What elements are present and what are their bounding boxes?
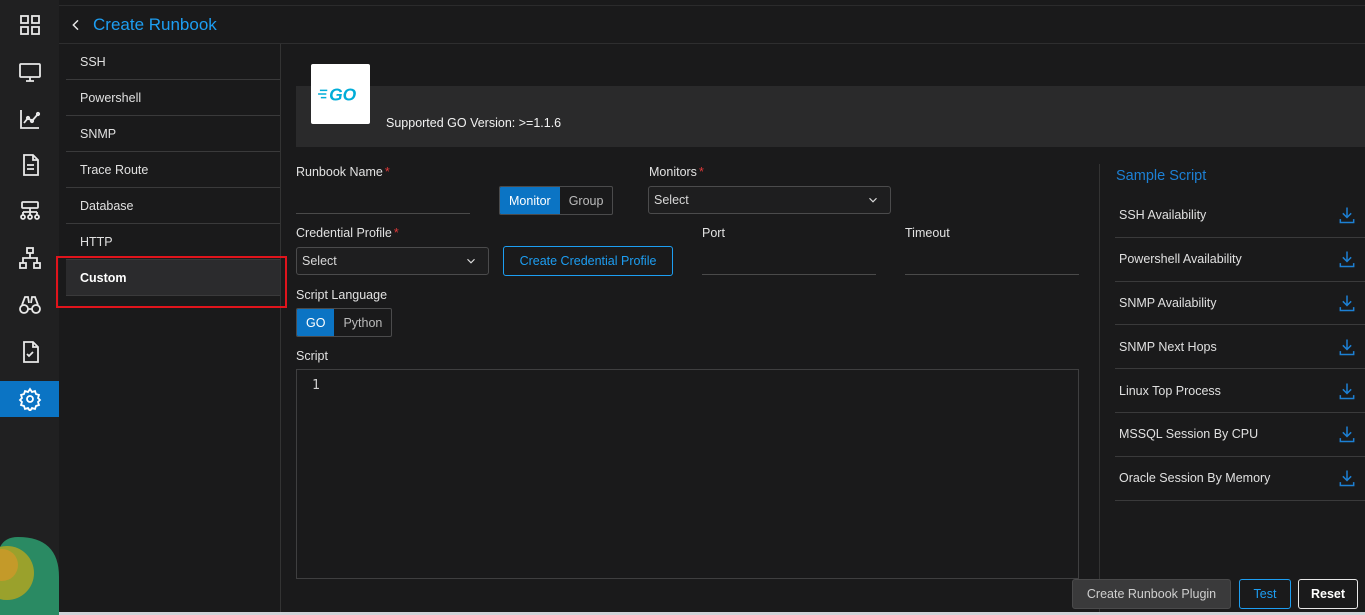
sample-item-label: SNMP Availability <box>1119 295 1217 310</box>
sample-item-label: SSH Availability <box>1119 208 1207 223</box>
go-version-text: Supported GO Version: >=1.1.6 <box>386 116 562 130</box>
report-icon[interactable] <box>0 147 59 183</box>
create-runbook-plugin-button[interactable]: Create Runbook Plugin <box>1072 579 1231 609</box>
svg-text:GO: GO <box>329 84 357 104</box>
metrics-icon[interactable] <box>0 101 59 137</box>
download-icon[interactable] <box>1337 468 1357 488</box>
submenu-item-http[interactable]: HTTP <box>66 224 280 260</box>
toggle-python[interactable]: Python <box>334 309 391 336</box>
target-type-toggle: Monitor Group <box>499 186 614 215</box>
submenu-item-ssh[interactable]: SSH <box>66 44 280 80</box>
sample-item-label: Oracle Session By Memory <box>1119 471 1271 486</box>
sample-item-label: MSSQL Session By CPU <box>1119 427 1259 442</box>
script-language-label: Script Language <box>296 288 388 302</box>
submenu-item-powershell[interactable]: Powershell <box>66 80 280 116</box>
sample-item-label: Linux Top Process <box>1119 383 1221 398</box>
sample-item-powershell-availability: Powershell Availability <box>1115 238 1365 282</box>
sample-item-label: SNMP Next Hops <box>1119 339 1217 354</box>
required-marker: * <box>698 165 704 179</box>
page-header: Create Runbook <box>59 6 1365 44</box>
reset-button[interactable]: Reset <box>1298 579 1358 609</box>
script-language-toggle: GO Python <box>296 308 393 337</box>
credential-profile-label: Credential Profile * <box>296 226 399 240</box>
submenu-item-trace-route[interactable]: Trace Route <box>66 152 280 188</box>
toggle-monitor[interactable]: Monitor <box>500 187 560 214</box>
sample-item-snmp-availability: SNMP Availability <box>1115 282 1365 326</box>
page-title: Create Runbook <box>93 14 217 34</box>
timeout-label: Timeout <box>905 226 950 240</box>
credential-select-value: Select <box>302 254 337 268</box>
download-icon[interactable] <box>1337 249 1357 269</box>
app-root: Create Runbook SSH Powershell SNMP Trace… <box>0 0 1365 615</box>
monitors-select-value: Select <box>654 193 689 207</box>
submenu-item-snmp[interactable]: SNMP <box>66 116 280 152</box>
required-marker: * <box>384 165 390 179</box>
sample-item-label: Powershell Availability <box>1119 252 1242 267</box>
line-number: 1 <box>312 378 320 393</box>
create-credential-profile-button[interactable]: Create Credential Profile <box>503 246 673 276</box>
chevron-down-icon <box>467 258 475 264</box>
monitors-label: Monitors * <box>649 165 704 179</box>
script-label: Script <box>296 349 328 363</box>
script-editor[interactable]: 1 <box>296 369 1079 579</box>
download-icon[interactable] <box>1337 205 1357 225</box>
port-input[interactable] <box>702 249 876 275</box>
highlight-annotation <box>56 256 287 308</box>
sample-script-panel: Sample Script SSH Availability Powershel… <box>1099 164 1365 615</box>
decorative-blob <box>0 537 59 615</box>
download-icon[interactable] <box>1337 424 1357 444</box>
go-logo: GO <box>311 64 370 124</box>
sample-item-snmp-next-hops: SNMP Next Hops <box>1115 325 1365 370</box>
runbook-name-label: Runbook Name * <box>296 165 390 179</box>
toggle-group[interactable]: Group <box>560 187 613 214</box>
toggle-go[interactable]: GO <box>297 309 335 336</box>
sample-script-title: Sample Script <box>1116 168 1207 184</box>
credential-profile-select[interactable]: Select <box>296 247 489 275</box>
sample-script-list: SSH Availability Powershell Availability… <box>1115 194 1365 501</box>
audit-icon[interactable] <box>0 334 59 370</box>
sample-item-mssql-session-by-cpu: MSSQL Session By CPU <box>1115 413 1365 457</box>
monitor-icon[interactable] <box>0 54 59 90</box>
runbook-type-menu: SSH Powershell SNMP Trace Route Database… <box>59 44 281 615</box>
topology-icon[interactable] <box>0 240 59 276</box>
runbook-name-input[interactable] <box>296 188 470 214</box>
port-label: Port <box>702 226 725 240</box>
download-icon[interactable] <box>1337 293 1357 313</box>
download-icon[interactable] <box>1337 337 1357 357</box>
network-icon[interactable] <box>0 193 59 229</box>
monitors-select[interactable]: Select <box>648 186 891 214</box>
back-button[interactable] <box>59 6 93 44</box>
chevron-left-icon <box>72 19 79 30</box>
icon-rail <box>0 0 59 615</box>
required-marker: * <box>393 226 399 240</box>
main-content: GO Supported GO Version: >=1.1.6 Runbook… <box>281 44 1365 615</box>
submenu-item-database[interactable]: Database <box>66 188 280 224</box>
sample-item-linux-top-process: Linux Top Process <box>1115 369 1365 413</box>
timeout-input[interactable] <box>905 249 1079 275</box>
sample-item-ssh-availability: SSH Availability <box>1115 194 1365 238</box>
download-icon[interactable] <box>1337 381 1357 401</box>
sample-item-oracle-session-by-memory: Oracle Session By Memory <box>1115 457 1365 501</box>
chevron-down-icon <box>869 197 877 203</box>
dashboard-icon[interactable] <box>0 7 59 43</box>
settings-icon[interactable] <box>0 381 59 417</box>
explorer-icon[interactable] <box>0 287 59 323</box>
test-button[interactable]: Test <box>1239 579 1291 609</box>
